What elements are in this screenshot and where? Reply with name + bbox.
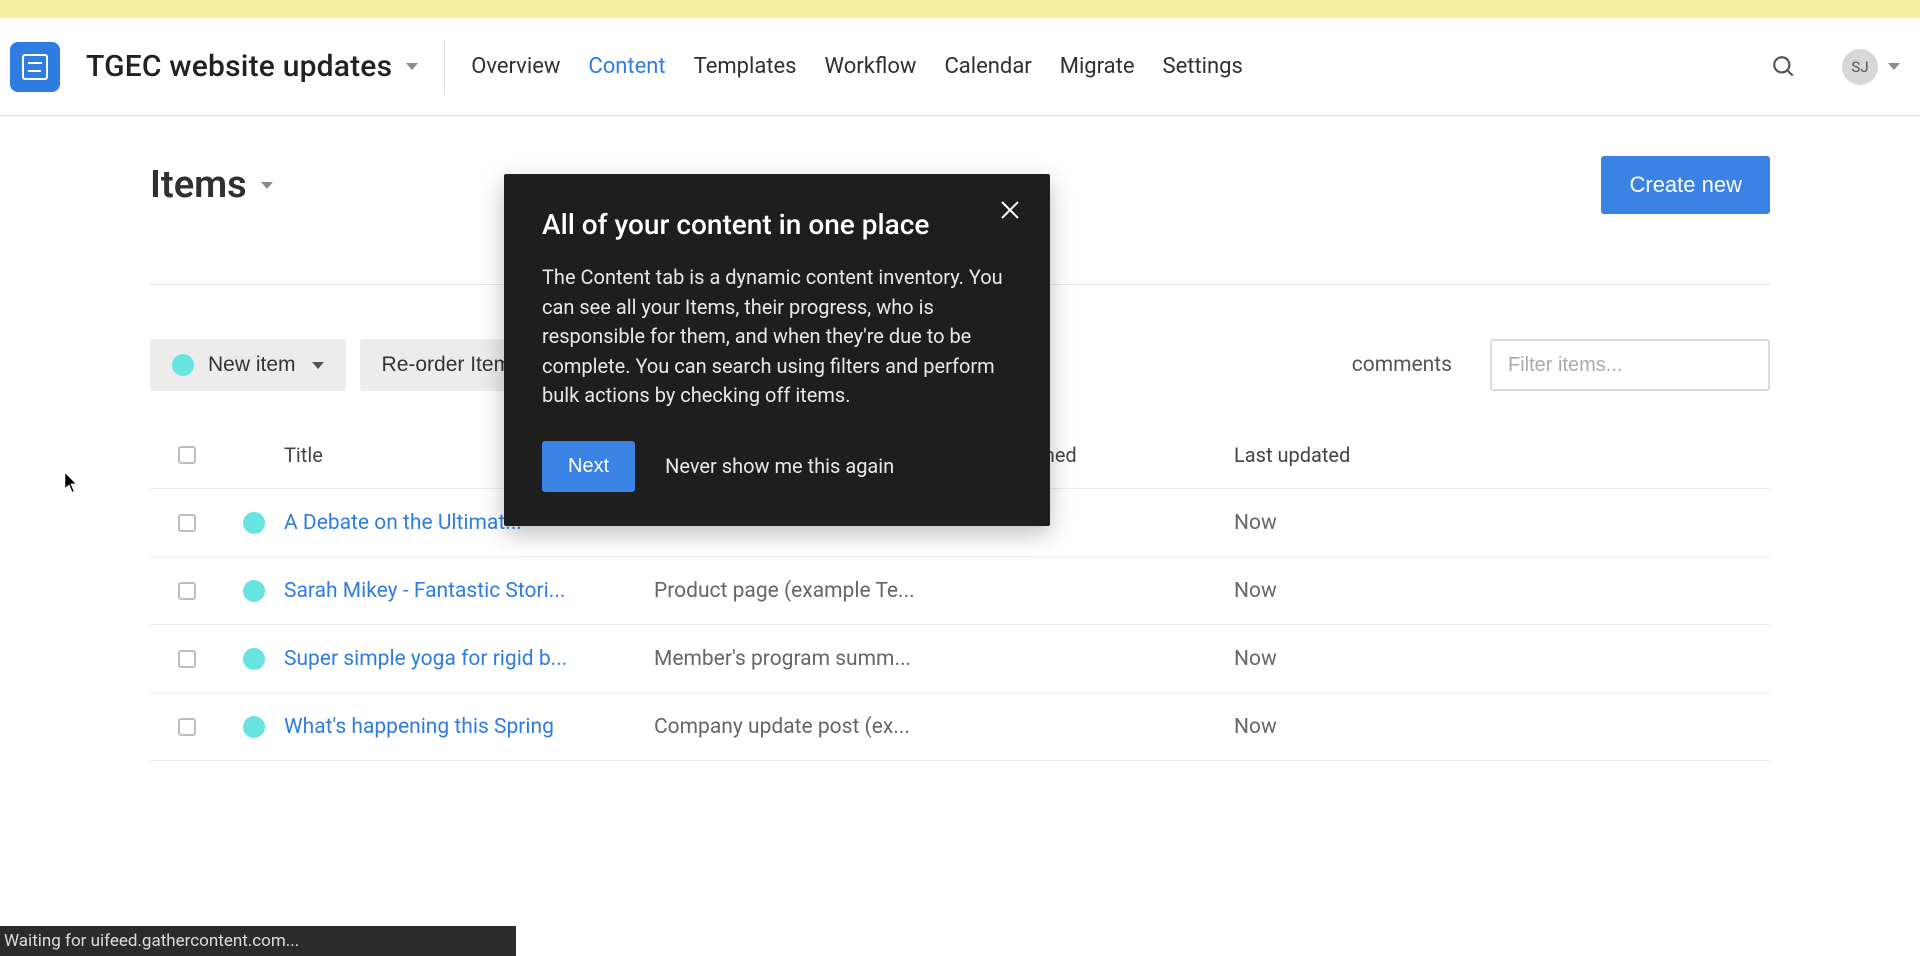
nav-workflow[interactable]: Workflow <box>825 54 917 79</box>
nav-settings[interactable]: Settings <box>1163 54 1243 79</box>
nav-calendar[interactable]: Calendar <box>944 54 1031 79</box>
new-item-button[interactable]: New item <box>150 339 346 391</box>
table-row: Super simple yoga for rigid b... Member'… <box>150 625 1770 693</box>
row-checkbox[interactable] <box>178 514 196 532</box>
page-title: Items <box>150 163 247 207</box>
popover-title: All of your content in one place <box>542 208 1012 241</box>
project-title: TGEC website updates <box>86 49 392 84</box>
item-template: Product page (example Te... <box>654 579 915 603</box>
avatar-initials: SJ <box>1851 58 1868 76</box>
popover-never-show-link[interactable]: Never show me this again <box>665 454 894 478</box>
main-nav: Overview Content Templates Workflow Cale… <box>471 54 1243 79</box>
column-updated: Last updated <box>1234 443 1770 467</box>
popover-body: The Content tab is a dynamic content inv… <box>542 263 1012 411</box>
popover-close-button[interactable] <box>1000 200 1020 224</box>
new-item-label: New item <box>208 353 296 377</box>
item-template: Company update post (ex... <box>654 715 910 739</box>
app-header: TGEC website updates Overview Content Te… <box>0 18 1920 116</box>
search-button[interactable] <box>1762 45 1806 89</box>
item-updated: Now <box>1234 511 1277 535</box>
chevron-down-icon <box>1888 63 1900 70</box>
item-updated: Now <box>1234 647 1277 671</box>
avatar: SJ <box>1842 49 1878 85</box>
mouse-cursor <box>64 472 80 498</box>
table-row: Sarah Mikey - Fantastic Stori... Product… <box>150 557 1770 625</box>
item-title-link[interactable]: A Debate on the Ultimat... <box>284 511 522 535</box>
chevron-down-icon <box>261 182 273 189</box>
chevron-down-icon <box>406 63 418 70</box>
status-bar-text: Waiting for uifeed.gathercontent.com... <box>4 931 299 951</box>
filter-items-input[interactable] <box>1490 339 1770 391</box>
chevron-down-icon <box>312 362 324 369</box>
row-checkbox[interactable] <box>178 650 196 668</box>
item-template: Member's program summ... <box>654 647 911 671</box>
page-heading-switcher[interactable]: Items <box>150 163 273 207</box>
item-title-link[interactable]: What's happening this Spring <box>284 715 554 739</box>
item-updated: Now <box>1234 715 1277 739</box>
app-logo[interactable] <box>10 42 60 92</box>
status-dot-icon <box>243 648 265 670</box>
header-divider <box>444 40 445 94</box>
user-menu[interactable]: SJ <box>1842 49 1900 85</box>
table-row: What's happening this Spring Company upd… <box>150 693 1770 761</box>
select-all-checkbox[interactable] <box>178 446 196 464</box>
row-checkbox[interactable] <box>178 582 196 600</box>
row-checkbox[interactable] <box>178 718 196 736</box>
status-dot-icon <box>243 716 265 738</box>
search-icon <box>1771 54 1797 80</box>
status-dot-icon <box>172 354 194 376</box>
status-dot-icon <box>243 580 265 602</box>
comments-column-label: comments <box>1352 353 1452 377</box>
item-title-link[interactable]: Sarah Mikey - Fantastic Stori... <box>284 579 565 603</box>
item-updated: Now <box>1234 579 1277 603</box>
project-switcher[interactable]: TGEC website updates <box>86 49 418 84</box>
create-new-button[interactable]: Create new <box>1601 156 1770 214</box>
popover-next-button[interactable]: Next <box>542 441 635 492</box>
onboarding-popover: All of your content in one place The Con… <box>504 174 1050 526</box>
item-title-link[interactable]: Super simple yoga for rigid b... <box>284 647 567 671</box>
nav-migrate[interactable]: Migrate <box>1060 54 1135 79</box>
nav-templates[interactable]: Templates <box>694 54 797 79</box>
close-icon <box>1000 200 1020 220</box>
status-dot-icon <box>243 512 265 534</box>
nav-overview[interactable]: Overview <box>471 54 560 79</box>
top-banner-strip <box>0 0 1920 18</box>
browser-status-bar: Waiting for uifeed.gathercontent.com... <box>0 926 516 956</box>
nav-content[interactable]: Content <box>588 54 665 79</box>
